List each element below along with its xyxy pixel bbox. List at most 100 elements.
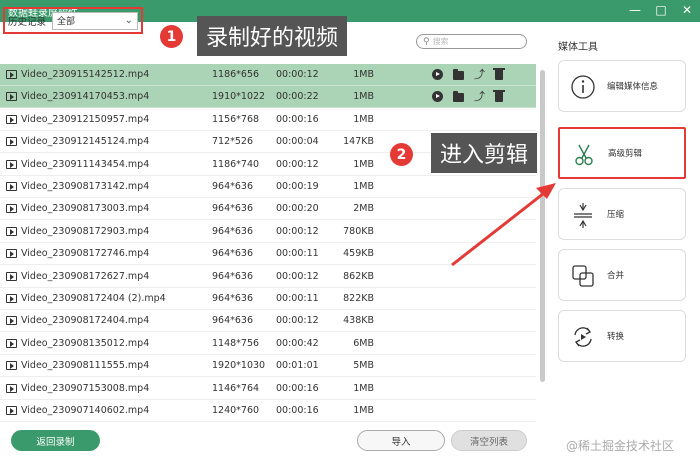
- file-size: 1MB: [353, 382, 374, 394]
- video-file-icon: [6, 137, 17, 147]
- table-row[interactable]: Video_230908111555.mp4 1920*1030 00:01:01 5…: [0, 355, 536, 378]
- file-resolution: 1186*740: [212, 158, 260, 170]
- video-file-icon: [6, 271, 17, 281]
- file-name: Video_230908173003.mp4: [21, 203, 150, 215]
- file-size: 2MB: [353, 203, 374, 215]
- file-size: 1MB: [353, 91, 374, 103]
- file-duration: 00:00:12: [276, 270, 319, 282]
- tool-label: 高级剪辑: [608, 149, 643, 159]
- close-icon[interactable]: ✕: [680, 3, 694, 17]
- video-file-icon: [6, 406, 17, 415]
- tool-edit-media-info[interactable]: 编辑媒体信息: [558, 60, 686, 112]
- file-duration: 00:01:01: [276, 360, 319, 372]
- table-row[interactable]: Video_230908172627.mp4 964*636 00:00:12 862…: [0, 266, 536, 288]
- table-row[interactable]: Video_230914170453.mp4 1910*1022 00:00:22 1…: [0, 86, 536, 109]
- file-name: Video_230908172404 (2).mp4: [21, 293, 166, 304]
- file-size: 459KB: [343, 248, 374, 260]
- search-input[interactable]: ⚲ 搜索: [416, 34, 527, 49]
- file-duration: 00:00:19: [276, 181, 319, 192]
- file-duration: 00:00:11: [276, 293, 319, 304]
- chevron-down-icon: ⌄: [124, 15, 134, 26]
- video-file-icon: [6, 92, 17, 102]
- file-name: Video_230912150957.mp4: [21, 113, 150, 125]
- file-duration: 00:00:12: [276, 315, 319, 327]
- table-row[interactable]: Video_230915142512.mp4 1186*656 00:00:12 1M…: [0, 64, 536, 86]
- step1-badge: 1: [160, 25, 183, 48]
- minimize-icon[interactable]: —: [628, 3, 642, 17]
- file-duration: 00:00:12: [276, 69, 319, 80]
- clear-list-button[interactable]: 清空列表: [451, 430, 527, 451]
- video-file-icon: [6, 114, 17, 124]
- table-row[interactable]: Video_230908172746.mp4 964*636 00:00:11 459…: [0, 243, 536, 266]
- file-size: 780KB: [343, 225, 374, 237]
- table-row[interactable]: Video_230908135012.mp4 1148*756 00:00:42 6M…: [0, 333, 536, 355]
- file-size: 438KB: [343, 315, 374, 327]
- file-name: Video_230908111555.mp4: [21, 360, 150, 372]
- table-row[interactable]: Video_230907153008.mp4 1146*764 00:00:16 1M…: [0, 378, 536, 400]
- tool-merge[interactable]: 合并: [558, 249, 686, 301]
- edit-tool-icon[interactable]: ⤴: [474, 69, 485, 80]
- table-row[interactable]: Video_230907140602.mp4 1240*760 00:00:16 1M…: [0, 400, 536, 422]
- tool-compress[interactable]: 压缩: [558, 188, 686, 240]
- file-duration: 00:00:20: [276, 203, 319, 215]
- table-row[interactable]: Video_230908173142.mp4 964*636 00:00:19 1MB: [0, 176, 536, 198]
- trash-icon[interactable]: [493, 68, 505, 80]
- file-name: Video_230908172404.mp4: [21, 315, 150, 327]
- history-label: 历史记录: [8, 16, 47, 28]
- history-filter-select[interactable]: 全部 ⌄: [52, 11, 139, 30]
- step1-callout: 录制好的视频: [197, 16, 348, 56]
- folder-icon[interactable]: [453, 91, 464, 103]
- maximize-icon[interactable]: □: [654, 3, 668, 17]
- table-row[interactable]: Video_230908173003.mp4 964*636 00:00:20 2MB: [0, 198, 536, 221]
- video-file-icon: [6, 338, 17, 348]
- file-resolution: 964*636: [212, 225, 254, 237]
- file-name: Video_230908172903.mp4: [21, 225, 150, 237]
- play-icon[interactable]: [432, 69, 443, 80]
- search-placeholder: 搜索: [432, 37, 449, 46]
- table-row[interactable]: Video_230908172404 (2).mp4 964*636 00:00:1…: [0, 288, 536, 310]
- file-name: Video_230911143454.mp4: [21, 158, 150, 170]
- file-size: 1MB: [353, 69, 374, 80]
- file-duration: 00:00:12: [276, 158, 319, 170]
- media-tools-title: 媒体工具: [558, 42, 598, 53]
- file-resolution: 1186*656: [212, 69, 260, 80]
- table-row[interactable]: Video_230908172903.mp4 964*636 00:00:12 780…: [0, 221, 536, 243]
- folder-icon[interactable]: [453, 69, 464, 80]
- trash-icon[interactable]: [493, 90, 505, 103]
- import-button[interactable]: 导入: [357, 430, 445, 451]
- tool-advanced-edit[interactable]: 高级剪辑: [558, 127, 686, 179]
- tool-label: 转换: [607, 332, 625, 342]
- info-icon: [570, 74, 596, 100]
- edit-tool-icon[interactable]: ⤴: [474, 91, 485, 102]
- file-resolution: 964*636: [212, 248, 254, 260]
- video-file-icon: [6, 182, 17, 191]
- file-duration: 00:00:16: [276, 113, 319, 125]
- history-filter-box: 历史记录 全部 ⌄: [3, 7, 143, 34]
- watermark: @稀土掘金技术社区: [566, 439, 675, 453]
- tool-convert[interactable]: 转换: [558, 310, 686, 362]
- file-size: 822KB: [343, 293, 374, 304]
- video-file-icon: [6, 383, 17, 393]
- file-name: Video_230907140602.mp4: [21, 405, 150, 416]
- file-resolution: 1920*1030: [212, 360, 266, 372]
- video-file-icon: [6, 361, 17, 371]
- file-duration: 00:00:16: [276, 405, 319, 416]
- play-icon[interactable]: [432, 91, 443, 103]
- step2-badge: 2: [390, 143, 413, 166]
- file-name: Video_230908173142.mp4: [21, 181, 150, 192]
- filter-selected-value: 全部: [57, 17, 76, 27]
- file-size: 147KB: [343, 136, 374, 148]
- row-actions: ⤴: [432, 68, 505, 80]
- file-name: Video_230908172746.mp4: [21, 248, 150, 260]
- back-to-record-button[interactable]: 返回录制: [11, 430, 100, 451]
- file-resolution: 1146*764: [212, 382, 260, 394]
- scrollbar-thumb[interactable]: [540, 70, 545, 382]
- file-size: 862KB: [343, 270, 374, 282]
- table-row[interactable]: Video_230908172404.mp4 964*636 00:00:12 438…: [0, 310, 536, 333]
- compress-icon: [570, 202, 596, 228]
- video-file-icon: [6, 70, 17, 79]
- table-row[interactable]: Video_230912150957.mp4 1156*768 00:00:16 1M…: [0, 109, 536, 131]
- file-size: 5MB: [353, 360, 374, 372]
- video-file-icon: [6, 294, 17, 303]
- tool-label: 编辑媒体信息: [607, 82, 659, 92]
